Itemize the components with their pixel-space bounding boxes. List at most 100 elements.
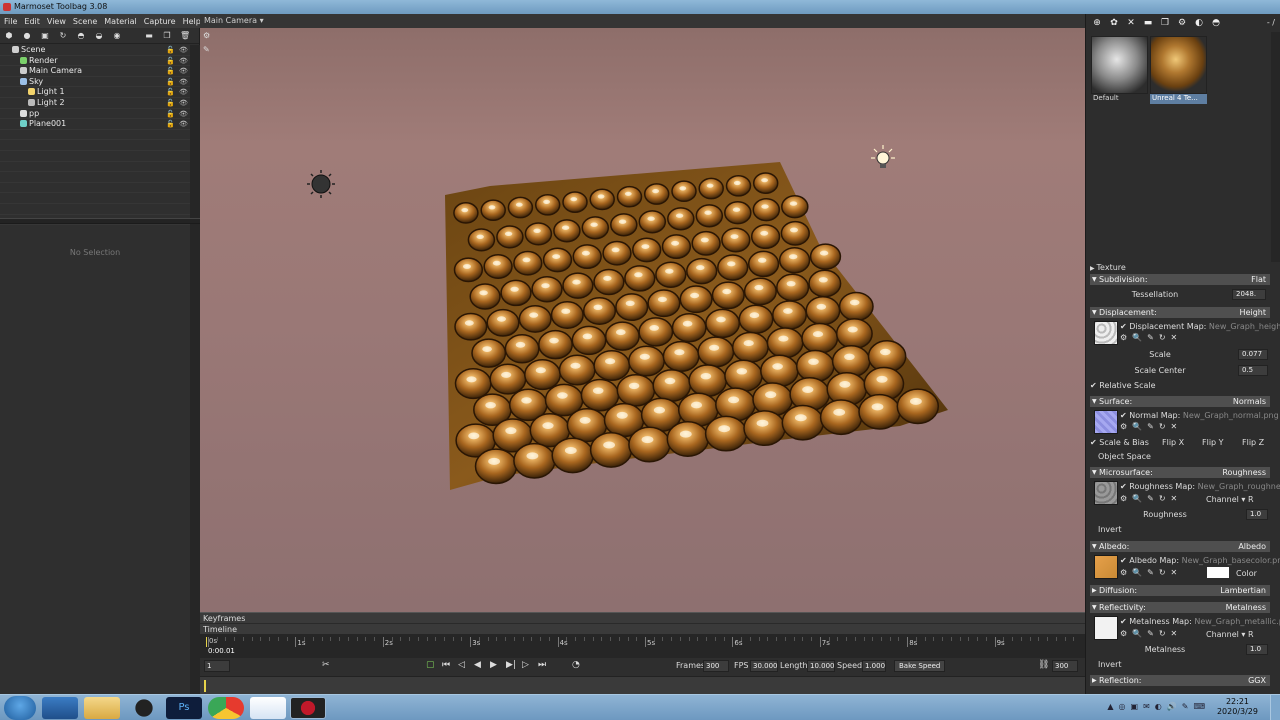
duplicate-icon[interactable]: ❐	[162, 31, 172, 41]
metalness-map-thumb[interactable]	[1094, 616, 1118, 640]
menu-scene[interactable]: Scene	[73, 17, 97, 26]
timeline-ruler[interactable]: 0:00.01 0s 1s 2s 3s 4s 5s 6s 7s 8s 9s	[200, 634, 1085, 658]
add-audio-icon[interactable]: ◉	[112, 31, 122, 41]
timeline-header[interactable]: Timeline	[200, 623, 1085, 634]
roughness-map-thumb[interactable]	[1094, 481, 1118, 505]
clock[interactable]: 22:21 2020/3/29	[1217, 697, 1258, 717]
relative-scale-checkbox[interactable]: ✔ Relative Scale	[1090, 380, 1270, 391]
invert-roughness-checkbox[interactable]: Invert	[1098, 524, 1278, 535]
albedo-color-swatch[interactable]	[1207, 567, 1229, 578]
reflectivity-dropdown[interactable]: Metalness	[1226, 602, 1266, 613]
flip-y-checkbox[interactable]: Flip Y	[1202, 437, 1224, 448]
material-pick-icon[interactable]: ◓	[1211, 18, 1221, 28]
point-light-gizmo[interactable]	[871, 145, 895, 168]
metalness-map-tools[interactable]: ⚙🔍✎↻✕	[1120, 629, 1182, 638]
add-fog-icon[interactable]: ◒	[94, 31, 104, 41]
normal-map-thumb[interactable]	[1094, 410, 1118, 434]
scene-tree-item[interactable]: Scene 🔓 👁	[0, 45, 190, 56]
object-space-checkbox[interactable]: Object Space	[1098, 451, 1278, 462]
visibility-eye-icon[interactable]: 👁	[179, 109, 188, 119]
visibility-eye-icon[interactable]: 👁	[179, 119, 188, 129]
add-turntable-icon[interactable]: ↻	[58, 31, 68, 41]
displacement-dropdown[interactable]: Height	[1240, 307, 1266, 318]
visibility-eye-icon[interactable]: 👁	[179, 56, 188, 66]
reflection-header[interactable]: ▶ Reflection: GGX	[1090, 675, 1270, 686]
scrub-handle[interactable]	[204, 680, 206, 692]
end-frames-field[interactable]: 300	[1052, 660, 1078, 672]
record-loop-icon[interactable]: ▢	[426, 660, 435, 670]
lock-icon[interactable]: 🔓	[166, 45, 175, 55]
lock-icon[interactable]: 🔓	[166, 98, 175, 108]
roughness-field[interactable]: 1.0	[1246, 509, 1268, 520]
lock-icon[interactable]: 🔓	[166, 77, 175, 87]
diffusion-dropdown[interactable]: Lambertian	[1220, 585, 1266, 596]
tree-scrollbar[interactable]	[190, 45, 200, 245]
lock-icon[interactable]: 🔓	[166, 87, 175, 97]
material-library-icon[interactable]: ◐	[1194, 18, 1204, 28]
flip-x-checkbox[interactable]: Flip X	[1162, 437, 1184, 448]
properties-scrollbar[interactable]	[190, 225, 200, 694]
playhead-marker[interactable]	[206, 637, 207, 647]
sun-light-gizmo[interactable]	[307, 170, 335, 198]
scene-tree-item[interactable]: pp 🔓 👁	[0, 109, 190, 120]
tessellation-field[interactable]: 2048.	[1232, 289, 1266, 300]
reflection-dropdown[interactable]: GGX	[1248, 675, 1266, 686]
length-field[interactable]: 10.000	[807, 660, 835, 672]
taskbar-qq-icon[interactable]	[126, 697, 162, 719]
metalness-field[interactable]: 1.0	[1246, 644, 1268, 655]
normal-map-file[interactable]: New_Graph_normal.png	[1183, 411, 1279, 420]
bake-speed-button[interactable]: Bake Speed	[894, 660, 946, 672]
scene-tree-item[interactable]: Main Camera 🔓 👁	[0, 66, 190, 77]
lock-icon[interactable]: 🔓	[166, 56, 175, 66]
link-icon[interactable]: ⛓	[1038, 660, 1049, 670]
keyframes-header[interactable]: Keyframes	[200, 612, 1085, 623]
add-material-icon[interactable]: ⊕	[1092, 18, 1102, 28]
taskbar-feishu-icon[interactable]	[250, 697, 286, 719]
lock-icon[interactable]: 🔓	[166, 66, 175, 76]
menu-material[interactable]: Material	[104, 17, 137, 26]
add-light-icon[interactable]: ●	[22, 31, 32, 41]
speed-gauge-icon[interactable]: ◔	[572, 660, 580, 670]
next-frame-icon[interactable]: ▶|	[506, 660, 516, 670]
menu-file[interactable]: File	[4, 17, 17, 26]
visibility-eye-icon[interactable]: 👁	[179, 98, 188, 108]
play-icon[interactable]: ▶	[490, 660, 497, 670]
start-button[interactable]	[4, 696, 36, 720]
prev-frame-icon[interactable]: ◀	[474, 660, 481, 670]
displacement-header[interactable]: ▼ Displacement: Height	[1090, 307, 1270, 318]
add-folder-icon[interactable]: ▬	[144, 31, 154, 41]
scene-tree-item[interactable]: Light 1 🔓 👁	[0, 87, 190, 98]
microsurface-header[interactable]: ▼ Microsurface: Roughness	[1090, 467, 1270, 478]
add-shadow-catcher-icon[interactable]: ◓	[76, 31, 86, 41]
3d-viewport[interactable]: ⚙ ✎	[200, 28, 1085, 612]
displacement-map-tools[interactable]: ⚙🔍✎↻✕	[1120, 333, 1182, 342]
visibility-eye-icon[interactable]: 👁	[179, 77, 188, 87]
albedo-header[interactable]: ▼ Albedo: Albedo	[1090, 541, 1270, 552]
scissors-icon[interactable]: ✂	[322, 660, 330, 670]
roughness-map-file[interactable]: New_Graph_roughnes	[1198, 482, 1280, 491]
system-tray[interactable]: ▲◎▣✉◐🔊✎⌨	[1107, 702, 1210, 711]
panel-divider[interactable]	[0, 218, 200, 224]
speed-field[interactable]: 1.000	[862, 660, 886, 672]
metalness-channel-dropdown[interactable]: Channel ▾ R	[1206, 629, 1266, 640]
albedo-map-thumb[interactable]	[1094, 555, 1118, 579]
menu-help[interactable]: Help	[183, 17, 201, 26]
default-material-label[interactable]: Default	[1091, 94, 1148, 104]
scale-center-field[interactable]: 0.5	[1238, 365, 1268, 376]
scale-field[interactable]: 0.077	[1238, 349, 1268, 360]
delete-material-icon[interactable]: ✕	[1126, 18, 1136, 28]
frames-field[interactable]: 300	[703, 660, 729, 672]
material-settings-icon[interactable]: ✿	[1109, 18, 1119, 28]
taskbar-explorer-icon[interactable]	[42, 697, 78, 719]
displacement-map-thumb[interactable]	[1094, 321, 1118, 345]
menu-view[interactable]: View	[47, 17, 66, 26]
metalness-map-file[interactable]: New_Graph_metallic.pn	[1194, 617, 1280, 626]
albedo-map-file[interactable]: New_Graph_basecolor.png	[1182, 556, 1280, 565]
taskbar-photoshop-icon[interactable]: Ps	[166, 697, 202, 719]
next-key-icon[interactable]: ▷	[522, 660, 529, 670]
scene-tree-item[interactable]: Render 🔓 👁	[0, 56, 190, 67]
roughness-channel-dropdown[interactable]: Channel ▾ R	[1206, 494, 1266, 505]
unreal-material-thumb[interactable]	[1150, 36, 1207, 94]
scene-tree-item[interactable]: Plane001 🔓 👁	[0, 119, 190, 130]
add-mesh-icon[interactable]: ⬢	[4, 31, 14, 41]
